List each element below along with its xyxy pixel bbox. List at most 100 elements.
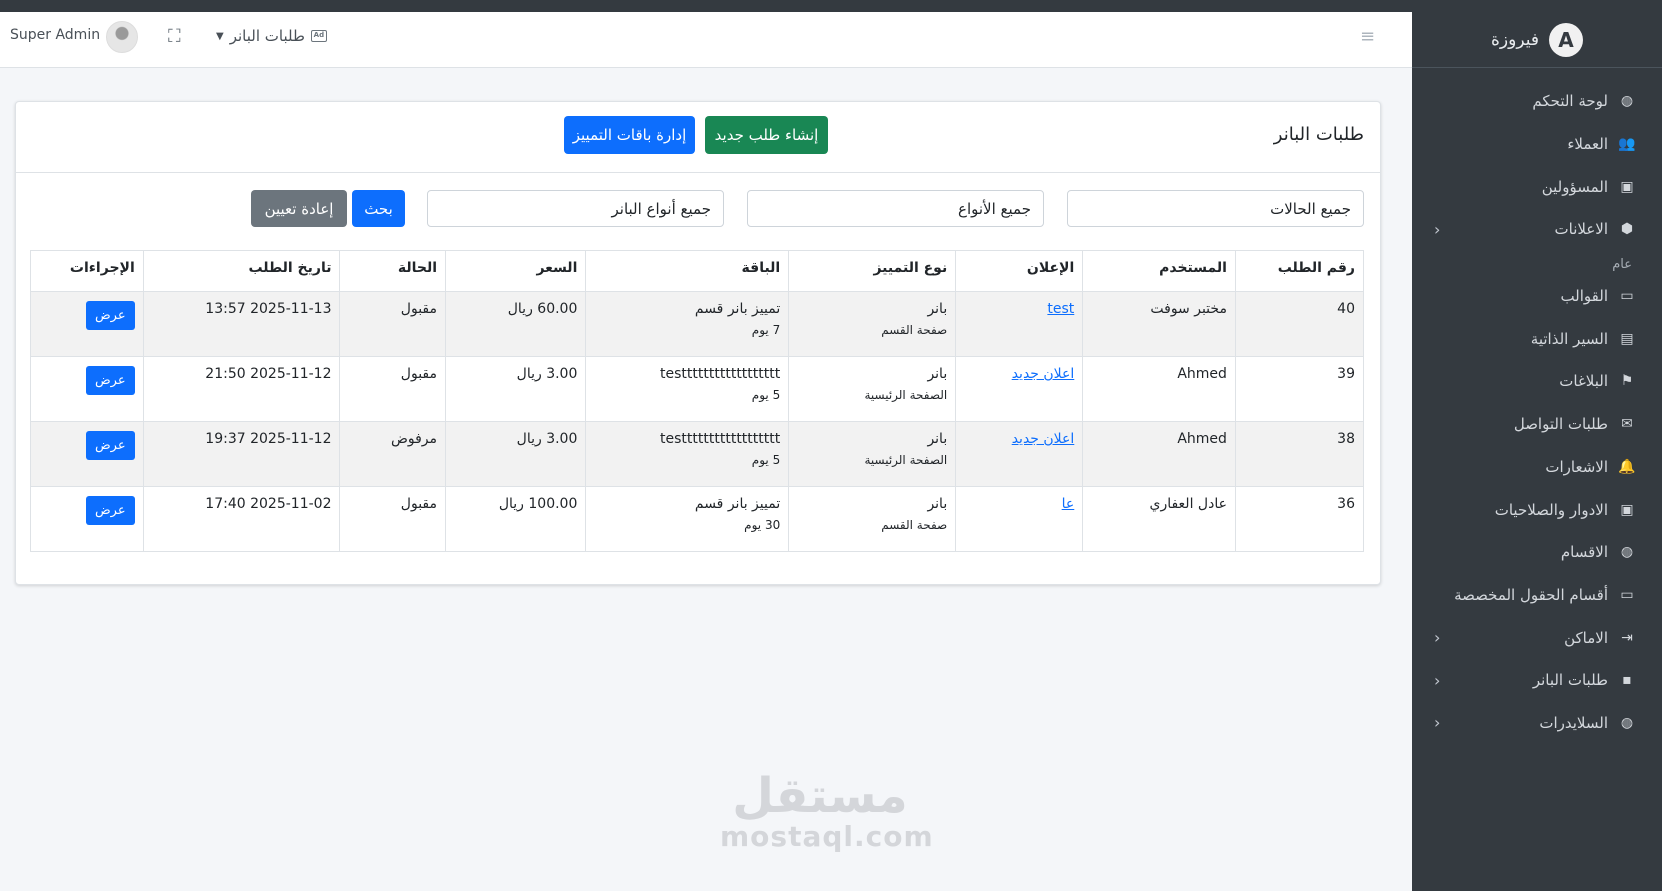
view-button[interactable]: عرض	[85, 301, 135, 330]
user-name[interactable]: Super Admin	[10, 27, 100, 43]
cell-package: testttttttttttttttttt 5 يوم	[585, 421, 790, 487]
brand[interactable]: A فيروزة	[1412, 12, 1662, 68]
manage-packages-button[interactable]: إدارة باقات التمييز	[564, 116, 695, 154]
id-card-icon: ▣	[1620, 178, 1634, 195]
sidebar-item-label: طلبات التواصل	[1513, 415, 1608, 434]
banner-requests-table: رقم الطلب المستخدم الإعلان نوع التمييز ا…	[30, 250, 1365, 552]
package-main: testttttttttttttttttt	[660, 431, 781, 447]
palette-icon: ◍	[1620, 544, 1634, 561]
caret-down-icon: ▼	[216, 30, 224, 42]
cell-type: بانر صفحة القسم	[788, 486, 957, 552]
cell-package: تمييز بانر قسم 30 يوم	[585, 486, 790, 552]
cell-ad: اعلان جديد	[955, 356, 1084, 422]
chevron-left-icon: ‹	[1434, 670, 1441, 690]
cell-price: 100.00 ريال	[445, 486, 587, 552]
cell-id: 39	[1234, 356, 1365, 422]
package-duration: 7 يوم	[751, 323, 781, 337]
sidebar-item-13[interactable]: ▪ طلبات البانر ‹	[1412, 659, 1662, 702]
banner-type-filter-select[interactable]: جميع أنواع البانر	[427, 190, 724, 227]
top-navbar: Super Admin ⛶ Ad طلبات البانر ▼ ≡	[0, 12, 1412, 68]
sidebar-item-label: السير الذاتية	[1530, 329, 1608, 348]
create-request-button[interactable]: إنشاء طلب جديد	[705, 116, 828, 154]
cell-date: 2025-11-12 19:37	[142, 421, 341, 487]
cell-package: تمييز بانر قسم 7 يوم	[585, 291, 790, 357]
cell-ad: عا	[955, 486, 1084, 552]
sidebar-item-11[interactable]: ▭ أقسام الحقول المخصصة	[1412, 574, 1662, 617]
ad-icon: Ad	[310, 30, 327, 42]
status-filter-select[interactable]: جميع الحالات	[1067, 190, 1364, 227]
type-sub: صفحة القسم	[881, 518, 948, 532]
dropdown-label: طلبات البانر	[229, 27, 305, 45]
sidebar-item-1[interactable]: 👥 العملاء	[1412, 123, 1662, 166]
col-header-status: الحالة	[339, 250, 447, 292]
view-button[interactable]: عرض	[85, 431, 135, 460]
sidebar-item-4[interactable]: ▭ القوالب	[1412, 275, 1662, 318]
type-filter-select[interactable]: جميع الأنواع	[747, 190, 1044, 227]
cell-price: 3.00 ريال	[445, 421, 587, 487]
sidebar-item-10[interactable]: ◍ الاقسام	[1412, 531, 1662, 574]
bell-icon: 🔔	[1618, 458, 1636, 475]
view-button[interactable]: عرض	[85, 496, 135, 525]
cell-status: مقبول	[339, 486, 447, 552]
ad-link[interactable]: عا	[1062, 496, 1075, 512]
sidebar-item-2[interactable]: ▣ المسؤولين	[1412, 165, 1662, 208]
sidebar-item-label: الادوار والصلاحيات	[1494, 500, 1608, 519]
sidebar-item-label: أقسام الحقول المخصصة	[1454, 585, 1608, 604]
chevron-left-icon: ‹	[1434, 628, 1441, 648]
reset-button[interactable]: إعادة تعيين	[251, 190, 347, 227]
table-row: 38 Ahmed اعلان جديد بانر الصفحة الرئيسية test…	[30, 421, 1365, 487]
sidebar-item-8[interactable]: 🔔 الاشعارات	[1412, 446, 1662, 489]
avatar[interactable]	[106, 21, 138, 53]
cell-date: 2025-11-02 17:40	[142, 486, 341, 552]
col-header-ad: الإعلان	[955, 250, 1084, 292]
sidebar-item-label: البلاغات	[1559, 372, 1608, 391]
package-main: تمييز بانر قسم	[694, 301, 781, 317]
cell-date: 2025-11-12 21:50	[142, 356, 341, 422]
watermark-latin: mostaql.com	[720, 820, 934, 853]
ad-link[interactable]: اعلان جديد	[1012, 366, 1075, 382]
sidebar-item-12[interactable]: ⇥ الاماكن ‹	[1412, 616, 1662, 659]
type-sub: الصفحة الرئيسية	[864, 453, 948, 467]
banner-type-filter-value: جميع أنواع البانر	[611, 199, 712, 218]
top-strip	[0, 0, 1662, 12]
cell-type: بانر الصفحة الرئيسية	[788, 421, 957, 487]
cell-price: 3.00 ريال	[445, 356, 587, 422]
status-filter-value: جميع الحالات	[1270, 199, 1351, 218]
sidebar-item-label: طلبات البانر	[1532, 671, 1608, 690]
chevron-left-icon: ‹	[1434, 713, 1441, 733]
sidebar-item-label: المسؤولين	[1541, 177, 1608, 196]
sidebar-item-9[interactable]: ▣ الادوار والصلاحيات	[1412, 488, 1662, 531]
sidebar-item-7[interactable]: ✉ طلبات التواصل	[1412, 403, 1662, 446]
banner-requests-card: طلبات البانر إنشاء طلب جديد إدارة باقات …	[15, 101, 1381, 585]
package-duration: 30 يوم	[744, 518, 781, 532]
cell-type: بانر صفحة القسم	[788, 291, 957, 357]
table-row: 39 Ahmed اعلان جديد بانر الصفحة الرئيسية test…	[30, 356, 1365, 422]
cell-user: عادل العفاري	[1082, 486, 1236, 552]
sidebar-item-6[interactable]: ⚑ البلاغات	[1412, 360, 1662, 403]
type-sub: الصفحة الرئيسية	[864, 388, 948, 402]
cell-date: 2025-11-13 13:57	[142, 291, 341, 357]
sidebar-item-0[interactable]: ◍ لوحة التحكم	[1412, 80, 1662, 123]
col-header-actions: الإجراءات	[30, 250, 144, 292]
menu-toggle-icon[interactable]: ≡	[1360, 26, 1375, 47]
ad-link[interactable]: اعلان جديد	[1012, 431, 1075, 447]
sidebar-item-label: لوحة التحكم	[1532, 92, 1608, 111]
sidebar-item-3[interactable]: ⬢ الاعلانات ‹	[1412, 208, 1662, 251]
sidebar-nav: ◍ لوحة التحكم 👥 العملاء ▣ المسؤولين ⬢ الاعلانات…	[1412, 68, 1662, 744]
sidebar-item-5[interactable]: ▤ السير الذاتية	[1412, 317, 1662, 360]
sidebar-item-label: الاشعارات	[1545, 457, 1608, 476]
banner-requests-dropdown[interactable]: Ad طلبات البانر ▼	[216, 27, 327, 45]
cell-actions: عرض	[30, 291, 144, 357]
ad-link[interactable]: test	[1047, 301, 1074, 317]
package-duration: 5 يوم	[751, 453, 781, 467]
search-button[interactable]: بحث	[352, 190, 405, 227]
fullscreen-icon[interactable]: ⛶	[168, 26, 181, 47]
cell-status: مقبول	[339, 291, 447, 357]
sidebar-item-label: الاقسام	[1560, 543, 1608, 562]
card-header: طلبات البانر إنشاء طلب جديد إدارة باقات …	[16, 102, 1380, 173]
col-header-id: رقم الطلب	[1234, 250, 1365, 292]
users-icon: 👥	[1618, 136, 1636, 153]
sidebar-item-14[interactable]: ◍ السلايدرات ‹	[1412, 702, 1662, 745]
view-button[interactable]: عرض	[85, 366, 135, 395]
cell-type: بانر الصفحة الرئيسية	[788, 356, 957, 422]
